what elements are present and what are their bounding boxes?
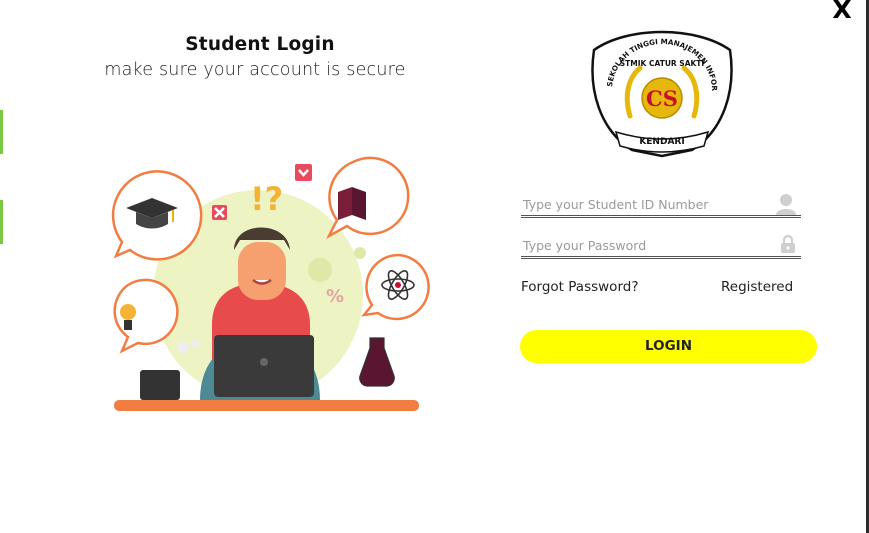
exclaim-question-mark: !? [250, 180, 283, 218]
student-at-laptop-illustration: !? % [111, 156, 430, 411]
decor-bubble [354, 247, 366, 259]
student-id-field [521, 194, 801, 218]
page-subtitle: make sure your account is secure [104, 60, 406, 80]
side-tab-marker [0, 200, 3, 244]
flask [359, 337, 395, 387]
speech-bubble-book [326, 156, 410, 240]
login-modal: X Student Login make sure your account i… [0, 0, 866, 533]
student-id-input[interactable] [523, 194, 763, 215]
password-field [521, 234, 801, 259]
side-tab-marker [0, 110, 3, 154]
desk [114, 400, 419, 411]
decor-bubble [191, 339, 199, 347]
speech-bubble-graduation [111, 170, 203, 261]
crest-banner-text: KENDARI [639, 137, 684, 147]
input-underline [521, 215, 801, 218]
page-title: Student Login [185, 34, 335, 55]
school-crest-icon: SEKOLAH TINGGI MANAJEMEN INFORMATIKA KOM… [588, 20, 733, 158]
check-badge-icon [295, 164, 312, 181]
decor-bubble [177, 341, 189, 353]
speech-bubble-atom [361, 253, 430, 321]
percent-mark: % [326, 286, 344, 307]
coffee-mug [140, 370, 180, 400]
forgot-password-link[interactable]: Forgot Password? [521, 279, 639, 295]
input-underline [521, 256, 801, 259]
student-face [238, 242, 286, 300]
lock-icon [779, 234, 797, 258]
decor-bubble [308, 258, 332, 282]
password-input[interactable] [523, 235, 763, 256]
close-button[interactable]: X [831, 0, 853, 24]
register-link[interactable]: Registered [721, 279, 793, 295]
login-button[interactable]: LOGIN [520, 330, 817, 363]
crest-monogram: CS [646, 86, 678, 111]
crest-inner-text: STMIK CATUR SAKTI [620, 59, 705, 68]
